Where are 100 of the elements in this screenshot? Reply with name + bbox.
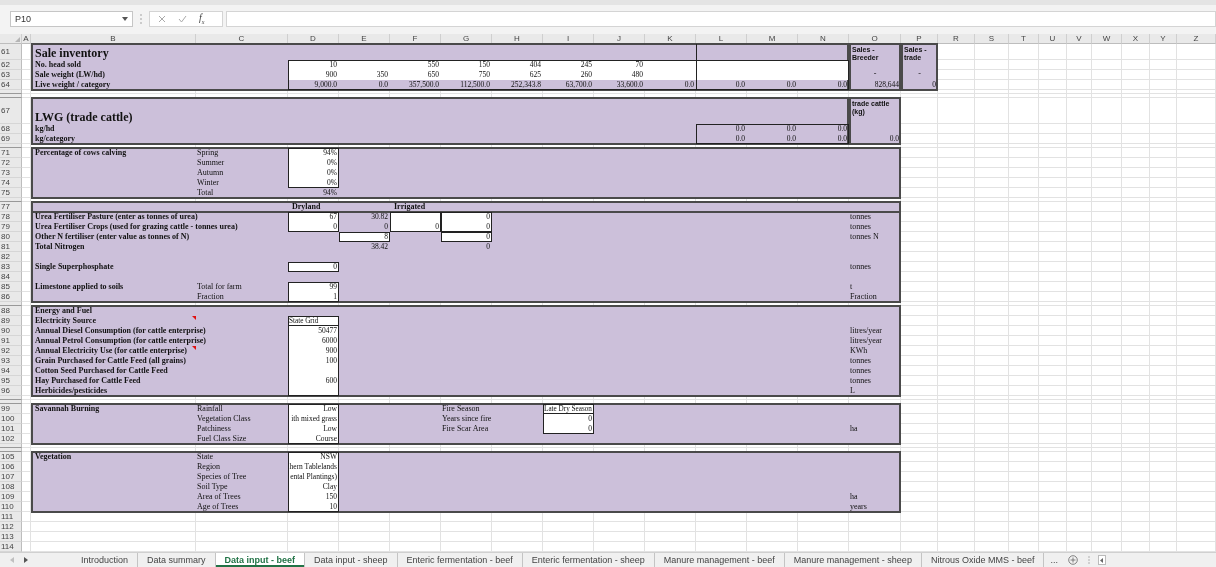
row-number[interactable]: 96 xyxy=(1,386,10,395)
insert-function-button[interactable]: f$_{x}$ xyxy=(199,12,205,25)
row-number[interactable]: 84 xyxy=(1,272,10,281)
row-number[interactable]: 93 xyxy=(1,356,10,365)
cell-dash: - xyxy=(872,70,878,77)
field-label: tonnes xyxy=(849,212,872,222)
column-header[interactable]: V xyxy=(1067,34,1092,44)
column-header[interactable]: Z xyxy=(1177,34,1216,44)
row-number[interactable]: 110 xyxy=(1,502,14,511)
row-number[interactable]: 74 xyxy=(1,178,10,187)
row-number[interactable]: 102 xyxy=(1,434,15,443)
row-number[interactable]: 75 xyxy=(1,188,10,197)
row-label: Annual Petrol Consumption (for cattle enterprise) xyxy=(34,336,208,346)
row-number[interactable]: 81 xyxy=(1,242,10,251)
row-number[interactable]: 91 xyxy=(1,336,10,345)
row-number[interactable]: 85 xyxy=(1,282,10,291)
row-number[interactable]: 100 xyxy=(1,414,15,423)
row-number[interactable]: 111 xyxy=(1,512,14,521)
field-label: Total for farm xyxy=(196,282,243,292)
row-number[interactable]: 108 xyxy=(1,482,15,491)
field-label: tonnes xyxy=(849,262,872,272)
field-label: ha xyxy=(849,424,859,434)
row-number[interactable]: 95 xyxy=(1,376,10,385)
sheet-tab[interactable]: Data input - sheep xyxy=(305,553,398,567)
row-number[interactable]: 67 xyxy=(1,106,10,115)
row-number[interactable]: 68 xyxy=(1,124,10,133)
column-header[interactable]: W xyxy=(1092,34,1122,44)
field-label: Fire Scar Area xyxy=(441,424,490,434)
sheet-tab[interactable]: Manure management - beef xyxy=(654,553,785,567)
row-number[interactable]: 82 xyxy=(1,252,10,261)
field-label: tonnes N xyxy=(849,232,880,242)
row-number[interactable]: 106 xyxy=(1,462,15,471)
sheet-tab[interactable]: Enteric fermentation - beef xyxy=(397,553,523,567)
row-number[interactable]: 105 xyxy=(1,452,15,461)
field-label: Patchiness xyxy=(196,424,232,434)
row-number[interactable]: 114 xyxy=(1,542,14,551)
column-header[interactable]: S xyxy=(975,34,1009,44)
sheet-tab[interactable]: Manure management - sheep xyxy=(784,553,922,567)
field-label: tonnes xyxy=(849,222,872,232)
column-header[interactable]: R xyxy=(938,34,975,44)
row-number[interactable]: 72 xyxy=(1,158,10,167)
field-label: years xyxy=(849,502,868,512)
row-number[interactable]: 109 xyxy=(1,492,15,501)
name-box[interactable]: P10 xyxy=(10,10,133,27)
row-header[interactable]: 61 xyxy=(0,44,22,60)
field-label: Autumn xyxy=(196,168,225,178)
row-label: Other N fertiliser (enter value as tonnes of N) xyxy=(34,232,191,242)
row-number[interactable]: 90 xyxy=(1,326,10,335)
row-number[interactable]: 79 xyxy=(1,222,10,231)
column-header[interactable]: U xyxy=(1039,34,1067,44)
row-label: Electricity Source xyxy=(34,316,97,326)
row-number[interactable]: 88 xyxy=(1,306,10,315)
row-number[interactable]: 73 xyxy=(1,168,10,177)
sheet-tab[interactable]: Nitrous Oxide MMS - beef xyxy=(921,553,1045,567)
field-label: Age of Trees xyxy=(196,502,240,512)
field-label: KWh xyxy=(849,346,869,356)
row-number[interactable]: 64 xyxy=(1,80,10,89)
row-number[interactable]: 112 xyxy=(1,522,14,531)
sheet-tab[interactable]: Data input - beef xyxy=(215,553,306,567)
row-label: Energy and Fuel xyxy=(34,306,93,316)
row-number[interactable]: 92 xyxy=(1,346,10,355)
row-number[interactable]: 113 xyxy=(1,532,14,541)
sheet-tab[interactable]: Enteric fermentation - sheep xyxy=(522,553,655,567)
row-number[interactable]: 107 xyxy=(1,472,15,481)
row-number[interactable]: 77 xyxy=(1,202,10,211)
field-label: Winter xyxy=(196,178,220,188)
row-number[interactable]: 71 xyxy=(1,148,10,157)
field-label: Summer xyxy=(196,158,226,168)
row-number[interactable]: 86 xyxy=(1,292,10,301)
row-number[interactable]: 94 xyxy=(1,366,10,375)
row-number[interactable]: 89 xyxy=(1,316,10,325)
row-number[interactable]: 83 xyxy=(1,262,10,271)
sheet-tab[interactable]: Introduction xyxy=(72,553,139,567)
field-label: tonnes xyxy=(849,366,872,376)
row-header[interactable]: 67 xyxy=(0,98,22,124)
field-label: t xyxy=(849,282,854,292)
row-label: kg/hd xyxy=(34,124,56,134)
row-number[interactable]: 99 xyxy=(1,404,10,413)
row-number[interactable]: 62 xyxy=(1,60,10,69)
row-number[interactable]: 63 xyxy=(1,70,10,79)
row-number[interactable]: 61 xyxy=(1,47,10,56)
row-label: Grain Purchased for Cattle Feed (all grains) xyxy=(34,356,187,366)
field-label: Vegetation Class xyxy=(196,414,252,424)
field-label: State xyxy=(196,452,214,462)
row-label: Savannah Burning xyxy=(34,404,101,414)
row-label: kg/category xyxy=(34,134,76,144)
sheet-tab[interactable]: Data summary xyxy=(138,553,216,567)
row-number[interactable]: 69 xyxy=(1,134,10,143)
column-header[interactable]: X xyxy=(1122,34,1150,44)
column-header[interactable]: T xyxy=(1009,34,1039,44)
more-tabs-button[interactable]: ... xyxy=(1044,553,1064,567)
field-label: Years since fire xyxy=(441,414,493,424)
row-number[interactable]: 78 xyxy=(1,212,10,221)
row-label: Herbicides/pesticides xyxy=(34,386,108,396)
field-label: L xyxy=(849,386,856,396)
row-number[interactable]: 101 xyxy=(1,424,15,433)
column-header[interactable]: Y xyxy=(1150,34,1177,44)
field-label: tonnes xyxy=(849,356,872,366)
row-label: No. head sold xyxy=(34,60,82,70)
row-number[interactable]: 80 xyxy=(1,232,10,241)
